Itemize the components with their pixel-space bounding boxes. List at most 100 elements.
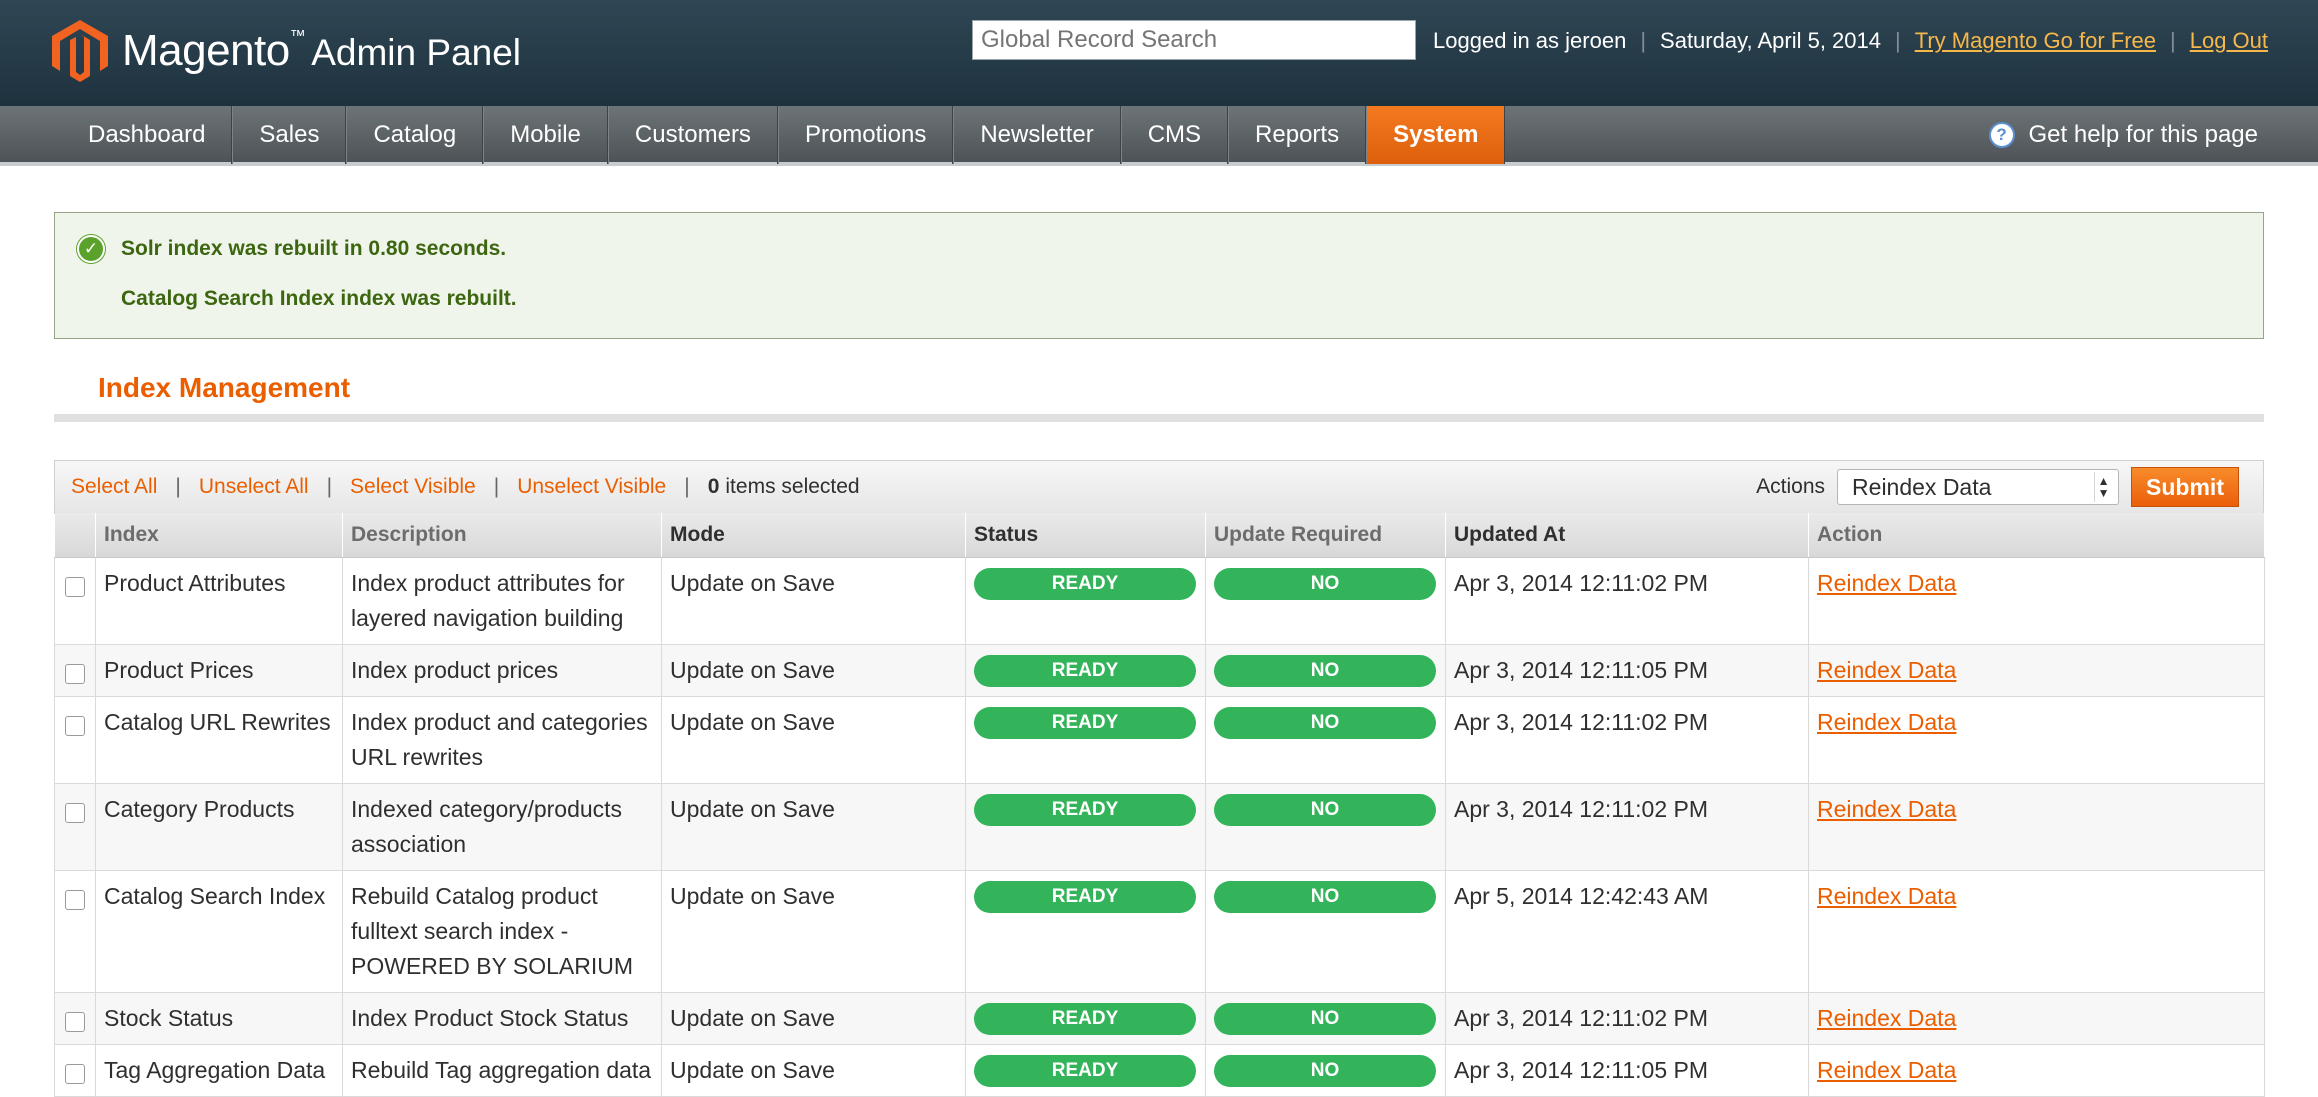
update-required-badge: NO — [1214, 793, 1436, 826]
reindex-data-link[interactable]: Reindex Data — [1817, 796, 1956, 822]
separator: | — [1895, 28, 1901, 53]
cell-description: Rebuild Tag aggregation data — [342, 1043, 662, 1097]
cell-status: READY — [965, 991, 1206, 1045]
nav-item-catalog[interactable]: Catalog — [346, 106, 484, 164]
help-link[interactable]: ? Get help for this page — [1988, 106, 2258, 164]
selected-count-label: items selected — [725, 475, 860, 498]
cell-status: READY — [965, 695, 1206, 784]
column-header-action: Action — [1808, 513, 2265, 558]
separator: | — [684, 475, 690, 498]
success-message: ✓ Solr index was rebuilt in 0.80 seconds… — [77, 235, 506, 263]
cell-status: READY — [965, 643, 1206, 697]
table-row: Tag Aggregation Data Rebuild Tag aggrega… — [54, 1043, 2265, 1097]
reindex-data-link[interactable]: Reindex Data — [1817, 1005, 1956, 1031]
global-search-input[interactable] — [972, 20, 1416, 60]
header: Magento™Admin Panel Logged in as jeroen … — [0, 0, 2318, 106]
page-title: Index Management — [98, 372, 351, 403]
nav-item-promotions[interactable]: Promotions — [777, 106, 954, 164]
column-header-mode[interactable]: Mode — [661, 513, 966, 558]
submit-button[interactable]: Submit — [2131, 467, 2239, 507]
success-message-text: Solr index was rebuilt in 0.80 seconds. — [121, 237, 507, 260]
cell-description: Index product and categories URL rewrite… — [342, 695, 662, 784]
row-checkbox-cell — [54, 556, 96, 645]
cell-status: READY — [965, 1043, 1206, 1097]
update-required-badge: NO — [1214, 654, 1436, 687]
row-checkbox[interactable] — [65, 889, 85, 910]
cell-description: Indexed category/products association — [342, 782, 662, 871]
selected-count: 0 — [707, 475, 720, 498]
try-magento-go-link[interactable]: Try Magento Go for Free — [1915, 28, 2156, 54]
cell-updated-at: Apr 3, 2014 12:11:02 PM — [1445, 782, 1809, 871]
nav-item-reports[interactable]: Reports — [1228, 106, 1367, 164]
cell-status: READY — [965, 869, 1206, 993]
actions-select[interactable]: Reindex Data ▲ ▼ — [1837, 469, 2120, 505]
row-checkbox[interactable] — [65, 576, 85, 597]
status-badge: READY — [974, 793, 1196, 826]
nav-item-system[interactable]: System — [1366, 106, 1506, 164]
nav-item-cms[interactable]: CMS — [1120, 106, 1229, 164]
status-badge: READY — [974, 1002, 1196, 1035]
header-checkbox-cell — [54, 513, 96, 558]
nav-item-newsletter[interactable]: Newsletter — [953, 106, 1121, 164]
row-checkbox[interactable] — [65, 663, 85, 684]
column-header-update-required[interactable]: Update Required — [1205, 513, 1446, 558]
cell-index: Category Products — [95, 782, 343, 871]
logo[interactable]: Magento™ Admin Panel — [52, 20, 521, 82]
separator: | — [326, 475, 333, 498]
row-checkbox[interactable] — [65, 715, 85, 736]
cell-mode: Update on Save — [661, 556, 966, 645]
cell-updated-at: Apr 3, 2014 12:11:02 PM — [1445, 695, 1809, 784]
cell-index: Catalog Search Index — [95, 869, 343, 993]
column-header-updated-at[interactable]: Updated At — [1445, 513, 1809, 558]
cell-index: Catalog URL Rewrites — [95, 695, 343, 784]
status-badge: READY — [974, 706, 1196, 739]
grid-header-row: Index Description Mode Status Update Req… — [54, 513, 2265, 558]
cell-update-required: NO — [1205, 782, 1446, 871]
cell-update-required: NO — [1205, 991, 1446, 1045]
column-header-index[interactable]: Index — [95, 513, 343, 558]
reindex-data-link[interactable]: Reindex Data — [1817, 1057, 1956, 1083]
cell-action: Reindex Data — [1808, 556, 2265, 645]
cell-update-required: NO — [1205, 695, 1446, 784]
row-checkbox-cell — [54, 782, 96, 871]
row-checkbox[interactable] — [65, 1063, 85, 1084]
reindex-data-link[interactable]: Reindex Data — [1817, 657, 1956, 683]
actions-label: Actions — [1756, 475, 1826, 498]
cell-mode: Update on Save — [661, 1043, 966, 1097]
status-badge: READY — [974, 567, 1196, 600]
column-header-status[interactable]: Status — [965, 513, 1206, 558]
unselect-all-link[interactable]: Unselect All — [199, 475, 309, 499]
cell-description: Index Product Stock Status — [342, 991, 662, 1045]
magento-logo-icon — [52, 20, 108, 82]
unselect-visible-link[interactable]: Unselect Visible — [517, 475, 666, 499]
status-badge: READY — [974, 880, 1196, 913]
update-required-badge: NO — [1214, 1054, 1436, 1087]
logout-link[interactable]: Log Out — [2190, 28, 2268, 54]
separator: | — [2170, 28, 2176, 53]
update-required-badge: NO — [1214, 880, 1436, 913]
row-checkbox-cell — [54, 643, 96, 697]
row-checkbox[interactable] — [65, 802, 85, 823]
row-checkbox[interactable] — [65, 1011, 85, 1032]
select-arrows-icon: ▲ ▼ — [2094, 472, 2112, 502]
cell-update-required: NO — [1205, 1043, 1446, 1097]
selection-links: Select All | Unselect All | Select Visib… — [71, 461, 860, 513]
nav-items: Dashboard Sales Catalog Mobile Customers… — [62, 106, 1506, 166]
table-row: Category Products Indexed category/produ… — [54, 782, 2265, 871]
select-visible-link[interactable]: Select Visible — [350, 475, 476, 499]
reindex-data-link[interactable]: Reindex Data — [1817, 570, 1956, 596]
column-header-description[interactable]: Description — [342, 513, 662, 558]
reindex-data-link[interactable]: Reindex Data — [1817, 709, 1956, 735]
logo-text: Magento™ Admin Panel — [122, 26, 522, 75]
cell-mode: Update on Save — [661, 991, 966, 1045]
table-row: Catalog Search Index Rebuild Catalog pro… — [54, 869, 2265, 993]
nav-item-mobile[interactable]: Mobile — [483, 106, 608, 164]
nav-item-sales[interactable]: Sales — [232, 106, 347, 164]
title-divider — [54, 414, 2264, 422]
reindex-data-link[interactable]: Reindex Data — [1817, 883, 1956, 909]
row-checkbox-cell — [54, 695, 96, 784]
nav-item-dashboard[interactable]: Dashboard — [62, 106, 233, 164]
nav-item-customers[interactable]: Customers — [607, 106, 778, 164]
cell-mode: Update on Save — [661, 643, 966, 697]
select-all-link[interactable]: Select All — [71, 475, 157, 499]
